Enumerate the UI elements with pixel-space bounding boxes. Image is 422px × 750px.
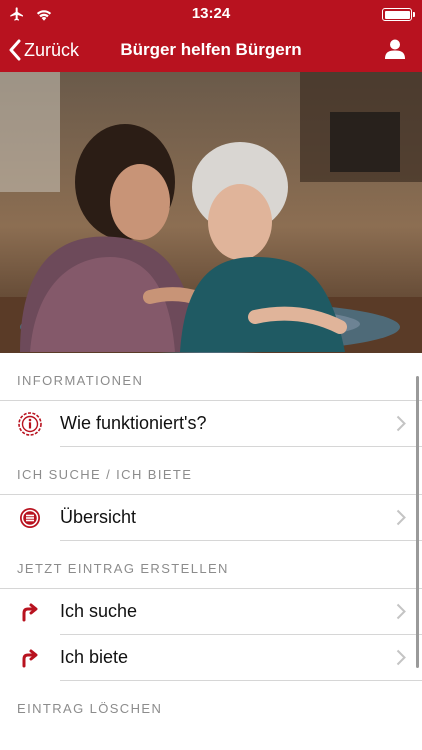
chevron-right-icon [396,649,406,666]
chevron-right-icon [396,415,406,432]
page-title: Bürger helfen Bürgern [120,40,302,59]
row-ich-biete[interactable]: Ich biete [0,635,422,680]
row-label: Übersicht [60,507,137,527]
scrollbar[interactable] [416,376,419,668]
status-bar: 13:24 [0,0,422,28]
section-header-jetzt-eintrag-erstellen: JETZT EINTRAG ERSTELLEN [17,561,229,576]
chevron-right-icon [396,603,406,620]
row-wie-funktionierts[interactable]: Wie funktioniert's? [0,401,422,446]
arrow-turn-up-right-icon [0,602,60,622]
section-header-ich-suche-ich-biete: ICH SUCHE / ICH BIETE [17,467,193,482]
arrow-turn-up-right-icon [0,648,60,668]
battery-icon [382,8,415,21]
row-uebersicht[interactable]: Übersicht [0,495,422,540]
section-header-eintrag-loeschen: EINTRAG LÖSCHEN [17,701,163,716]
chevron-right-icon [396,509,406,526]
row-label: Wie funktioniert's? [60,413,207,433]
hero-illustration [0,72,422,353]
list-circle-icon [0,507,60,529]
navigation-bar: Zurück Bürger helfen Bürgern [0,28,422,72]
status-time: 13:24 [191,5,231,22]
profile-icon[interactable] [384,38,406,60]
row-label: Ich biete [60,647,129,667]
info-circle-icon [0,411,60,437]
row-label: Ich suche [60,601,138,621]
menu-list: INFORMATIONEN Wie funktioniert's? ICH SU… [0,353,422,728]
hero-photo [0,72,422,353]
row-ich-suche[interactable]: Ich suche [0,589,422,634]
section-header-informationen: INFORMATIONEN [17,373,144,388]
